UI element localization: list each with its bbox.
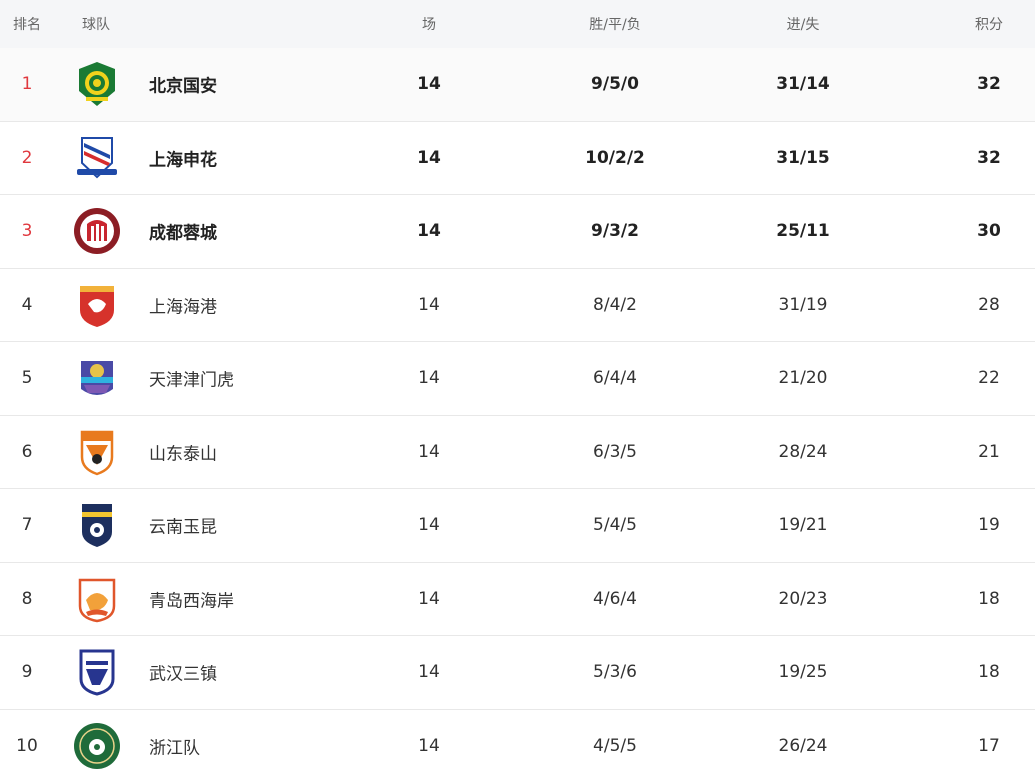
- played-cell: 14: [417, 74, 441, 95]
- team-name-cell[interactable]: 武汉三镇: [149, 660, 217, 685]
- played-cell: 14: [418, 294, 440, 315]
- points-cell: 30: [977, 221, 1001, 242]
- shanghai-shenhua-badge-icon: [72, 133, 122, 183]
- table-row[interactable]: 7 云南玉昆 14 5/4/5 19/21 19: [0, 489, 1035, 563]
- rank-cell: 6: [21, 441, 33, 462]
- played-cell: 14: [418, 368, 440, 389]
- goals-cell: 20/23: [778, 588, 828, 609]
- points-cell: 17: [978, 735, 1000, 756]
- team-name-cell[interactable]: 上海海港: [149, 292, 217, 317]
- team-name-cell[interactable]: 上海申花: [149, 145, 217, 170]
- team-name-cell[interactable]: 天津津门虎: [149, 366, 234, 391]
- table-row[interactable]: 2 上海申花 14 10/2/2 31/15 32: [0, 122, 1035, 195]
- tianjin-jinmen-tiger-badge-icon: [72, 353, 122, 403]
- shanghai-port-badge-icon: [72, 280, 122, 330]
- played-cell: 14: [418, 662, 440, 683]
- chengdu-rongcheng-badge-icon: [72, 206, 122, 256]
- goals-cell: 31/19: [778, 294, 828, 315]
- yunnan-yukun-badge-icon: [72, 500, 122, 550]
- points-cell: 22: [978, 368, 1000, 389]
- goals-cell: 19/21: [778, 515, 828, 536]
- standings-table: 排名 球队 场 胜/平/负 进/失 积分 1 北京国安 14 9/5/0 31/…: [0, 0, 1035, 781]
- wdl-cell: 6/4/4: [593, 368, 637, 389]
- goals-cell: 25/11: [776, 221, 830, 242]
- zhejiang-badge-icon: [72, 721, 122, 771]
- rank-cell: 1: [21, 74, 33, 95]
- played-cell: 14: [418, 588, 440, 609]
- rank-cell: 5: [21, 368, 33, 389]
- team-name-cell[interactable]: 北京国安: [149, 72, 217, 97]
- wdl-cell: 5/4/5: [593, 515, 637, 536]
- header-goals: 进/失: [786, 17, 820, 33]
- points-cell: 18: [978, 588, 1000, 609]
- table-row[interactable]: 9 武汉三镇 14 5/3/6 19/25 18: [0, 636, 1035, 710]
- goals-cell: 19/25: [778, 662, 828, 683]
- team-name-cell[interactable]: 云南玉昆: [149, 513, 217, 538]
- table-row[interactable]: 5 天津津门虎 14 6/4/4 21/20 22: [0, 342, 1035, 416]
- played-cell: 14: [417, 147, 441, 168]
- points-cell: 28: [978, 294, 1000, 315]
- points-cell: 32: [977, 74, 1001, 95]
- points-cell: 19: [978, 515, 1000, 536]
- beijing-guoan-badge-icon: [72, 59, 122, 109]
- goals-cell: 21/20: [778, 368, 828, 389]
- table-row[interactable]: 3 成都蓉城 14 9/3/2 25/11 30: [0, 195, 1035, 269]
- header-played: 场: [422, 17, 436, 33]
- wuhan-three-towns-badge-icon: [72, 647, 122, 697]
- table-row[interactable]: 4 上海海港 14 8/4/2 31/19 28: [0, 269, 1035, 342]
- wdl-cell: 8/4/2: [593, 294, 637, 315]
- rank-cell: 3: [21, 221, 33, 242]
- goals-cell: 28/24: [778, 441, 828, 462]
- table-row[interactable]: 10 浙江队 14 4/5/5 26/24 17: [0, 710, 1035, 781]
- wdl-cell: 6/3/5: [593, 441, 637, 462]
- points-cell: 18: [978, 662, 1000, 683]
- rank-cell: 8: [21, 588, 33, 609]
- header-rank: 排名: [13, 17, 41, 33]
- rank-cell: 9: [21, 662, 33, 683]
- rank-cell: 10: [16, 735, 38, 756]
- played-cell: 14: [417, 221, 441, 242]
- played-cell: 14: [418, 441, 440, 462]
- qingdao-west-coast-badge-icon: [72, 574, 122, 624]
- wdl-cell: 5/3/6: [593, 662, 637, 683]
- goals-cell: 31/14: [776, 74, 830, 95]
- rank-cell: 4: [21, 294, 33, 315]
- table-header: 排名 球队 场 胜/平/负 进/失 积分: [0, 0, 1035, 48]
- team-name-cell[interactable]: 成都蓉城: [149, 219, 217, 244]
- header-points: 积分: [975, 17, 1003, 33]
- wdl-cell: 10/2/2: [585, 147, 645, 168]
- wdl-cell: 4/5/5: [593, 735, 637, 756]
- team-name-cell[interactable]: 山东泰山: [149, 439, 217, 464]
- rank-cell: 7: [21, 515, 33, 536]
- team-name-cell[interactable]: 浙江队: [149, 733, 200, 758]
- points-cell: 32: [977, 147, 1001, 168]
- team-name-cell[interactable]: 青岛西海岸: [149, 586, 234, 611]
- played-cell: 14: [418, 735, 440, 756]
- table-row[interactable]: 1 北京国安 14 9/5/0 31/14 32: [0, 48, 1035, 122]
- wdl-cell: 9/3/2: [591, 221, 639, 242]
- header-wdl: 胜/平/负: [589, 17, 641, 33]
- wdl-cell: 4/6/4: [593, 588, 637, 609]
- table-row[interactable]: 6 山东泰山 14 6/3/5 28/24 21: [0, 416, 1035, 489]
- header-team: 球队: [82, 17, 110, 33]
- goals-cell: 26/24: [778, 735, 828, 756]
- points-cell: 21: [978, 441, 1000, 462]
- goals-cell: 31/15: [776, 147, 830, 168]
- table-row[interactable]: 8 青岛西海岸 14 4/6/4 20/23 18: [0, 563, 1035, 636]
- wdl-cell: 9/5/0: [591, 74, 639, 95]
- played-cell: 14: [418, 515, 440, 536]
- shandong-taishan-badge-icon: [72, 427, 122, 477]
- rank-cell: 2: [21, 147, 33, 168]
